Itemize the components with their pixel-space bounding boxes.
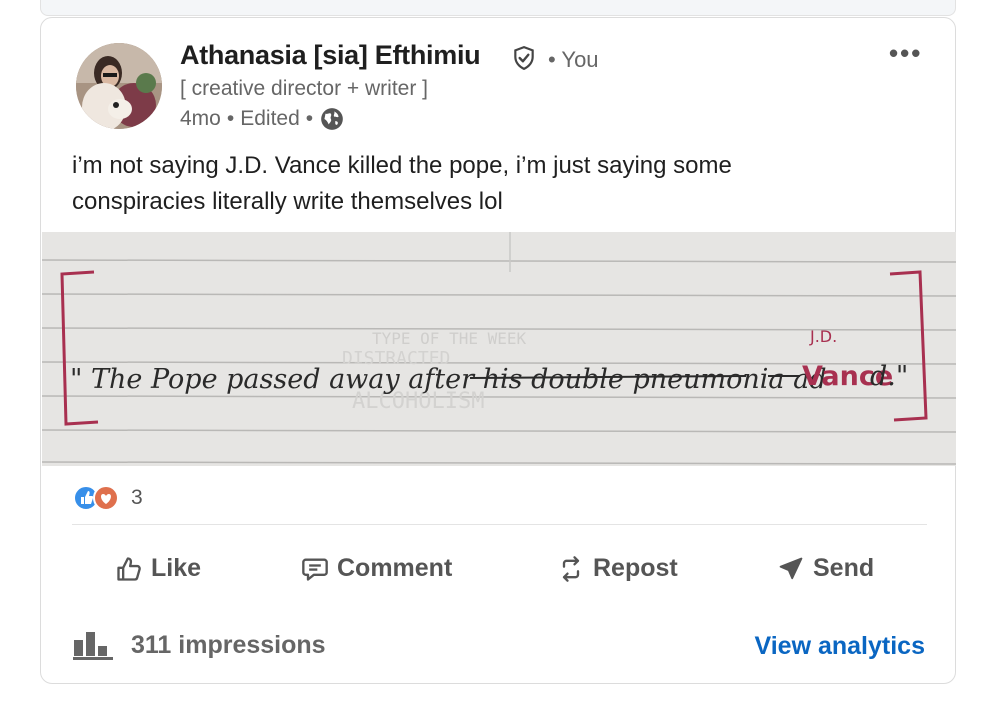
edited-label: Edited: [240, 107, 300, 130]
author-headline: [ creative director + writer ]: [180, 77, 428, 100]
bar-chart-icon: [73, 632, 113, 660]
handwritten-note: " The Pope passed away after his double …: [70, 364, 826, 395]
post-image[interactable]: TYPE OF THE WEEK DISTRACTED ALCOHOLISM "…: [42, 232, 956, 466]
more-options-icon[interactable]: •••: [889, 38, 922, 69]
author-name[interactable]: Athanasia [sia] Efthimiu: [180, 40, 481, 71]
verified-shield-icon: [514, 46, 534, 71]
send-button[interactable]: Send: [777, 554, 874, 583]
comment-label: Comment: [337, 554, 453, 582]
faint-heading: TYPE OF THE WEEK: [372, 329, 526, 348]
reactions-summary[interactable]: 3: [73, 484, 143, 512]
globe-icon: [321, 108, 343, 130]
comment-button[interactable]: Comment: [301, 554, 452, 583]
repost-button[interactable]: Repost: [557, 554, 678, 583]
like-button[interactable]: Like: [115, 554, 201, 583]
meta-separator: •: [305, 107, 314, 130]
notebook-photo: TYPE OF THE WEEK DISTRACTED ALCOHOLISM "…: [42, 232, 956, 466]
impressions[interactable]: 311 impressions: [73, 630, 326, 660]
like-label: Like: [151, 554, 202, 582]
reaction-icons: [73, 485, 119, 511]
send-label: Send: [813, 554, 875, 582]
reaction-count: 3: [131, 486, 143, 509]
post-card: Athanasia [sia] Efthimiu • You [ creativ…: [40, 17, 956, 684]
handwritten-ending: d.": [870, 361, 908, 392]
send-icon: [779, 557, 803, 579]
repost-label: Repost: [593, 554, 678, 582]
previous-post-card-edge: [40, 0, 956, 16]
divider: [72, 524, 927, 525]
meta-separator: •: [226, 107, 235, 130]
author-relation: • You: [548, 47, 599, 72]
repost-icon: [562, 555, 580, 582]
post-time: 4mo: [180, 107, 221, 130]
inserted-jd: J.D.: [809, 327, 837, 346]
post-meta: 4mo • Edited •: [180, 106, 345, 132]
impressions-count: 311 impressions: [131, 630, 326, 659]
view-analytics-link[interactable]: View analytics: [755, 632, 925, 661]
comment-icon: [302, 558, 328, 581]
author-avatar[interactable]: [76, 43, 162, 129]
thumbs-up-icon: [117, 556, 141, 581]
post-text: i’m not saying J.D. Vance killed the pop…: [72, 152, 732, 215]
